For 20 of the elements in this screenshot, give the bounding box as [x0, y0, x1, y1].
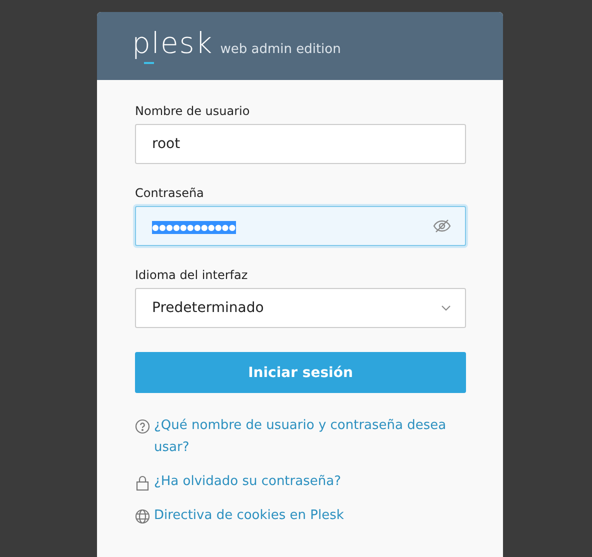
field-label: Idioma del interfaz	[135, 268, 249, 282]
help-link[interactable]: ¿Ha olvidado su contraseña?	[154, 471, 341, 493]
language-dropdown[interactable]: Predeterminado	[135, 288, 466, 328]
username-value: root	[152, 136, 182, 152]
language-value: Predeterminado	[152, 300, 265, 316]
field-label: Nombre de usuario	[135, 104, 251, 118]
help-icon	[135, 419, 150, 434]
password-dots: ●●●●●●●●●●●●	[152, 221, 236, 234]
password-field[interactable]: ●●●●●●●●●●●●	[135, 206, 466, 246]
field-label: Contraseña	[135, 186, 205, 200]
eye-hidden-icon[interactable]	[433, 219, 451, 233]
chevron-down-icon	[441, 305, 451, 311]
lock-icon	[135, 475, 150, 491]
plesk-logo: plesk	[132, 26, 214, 66]
login-button[interactable]: Iniciar sesión	[135, 352, 466, 393]
globe-icon	[135, 509, 150, 524]
help-link[interactable]: ¿Qué nombre de usuario y contraseña desea usar?	[154, 415, 466, 459]
edition-label: web admin edition	[220, 42, 341, 56]
help-link[interactable]: Directiva de cookies en Plesk	[154, 505, 344, 527]
username-field[interactable]: root	[135, 124, 466, 164]
